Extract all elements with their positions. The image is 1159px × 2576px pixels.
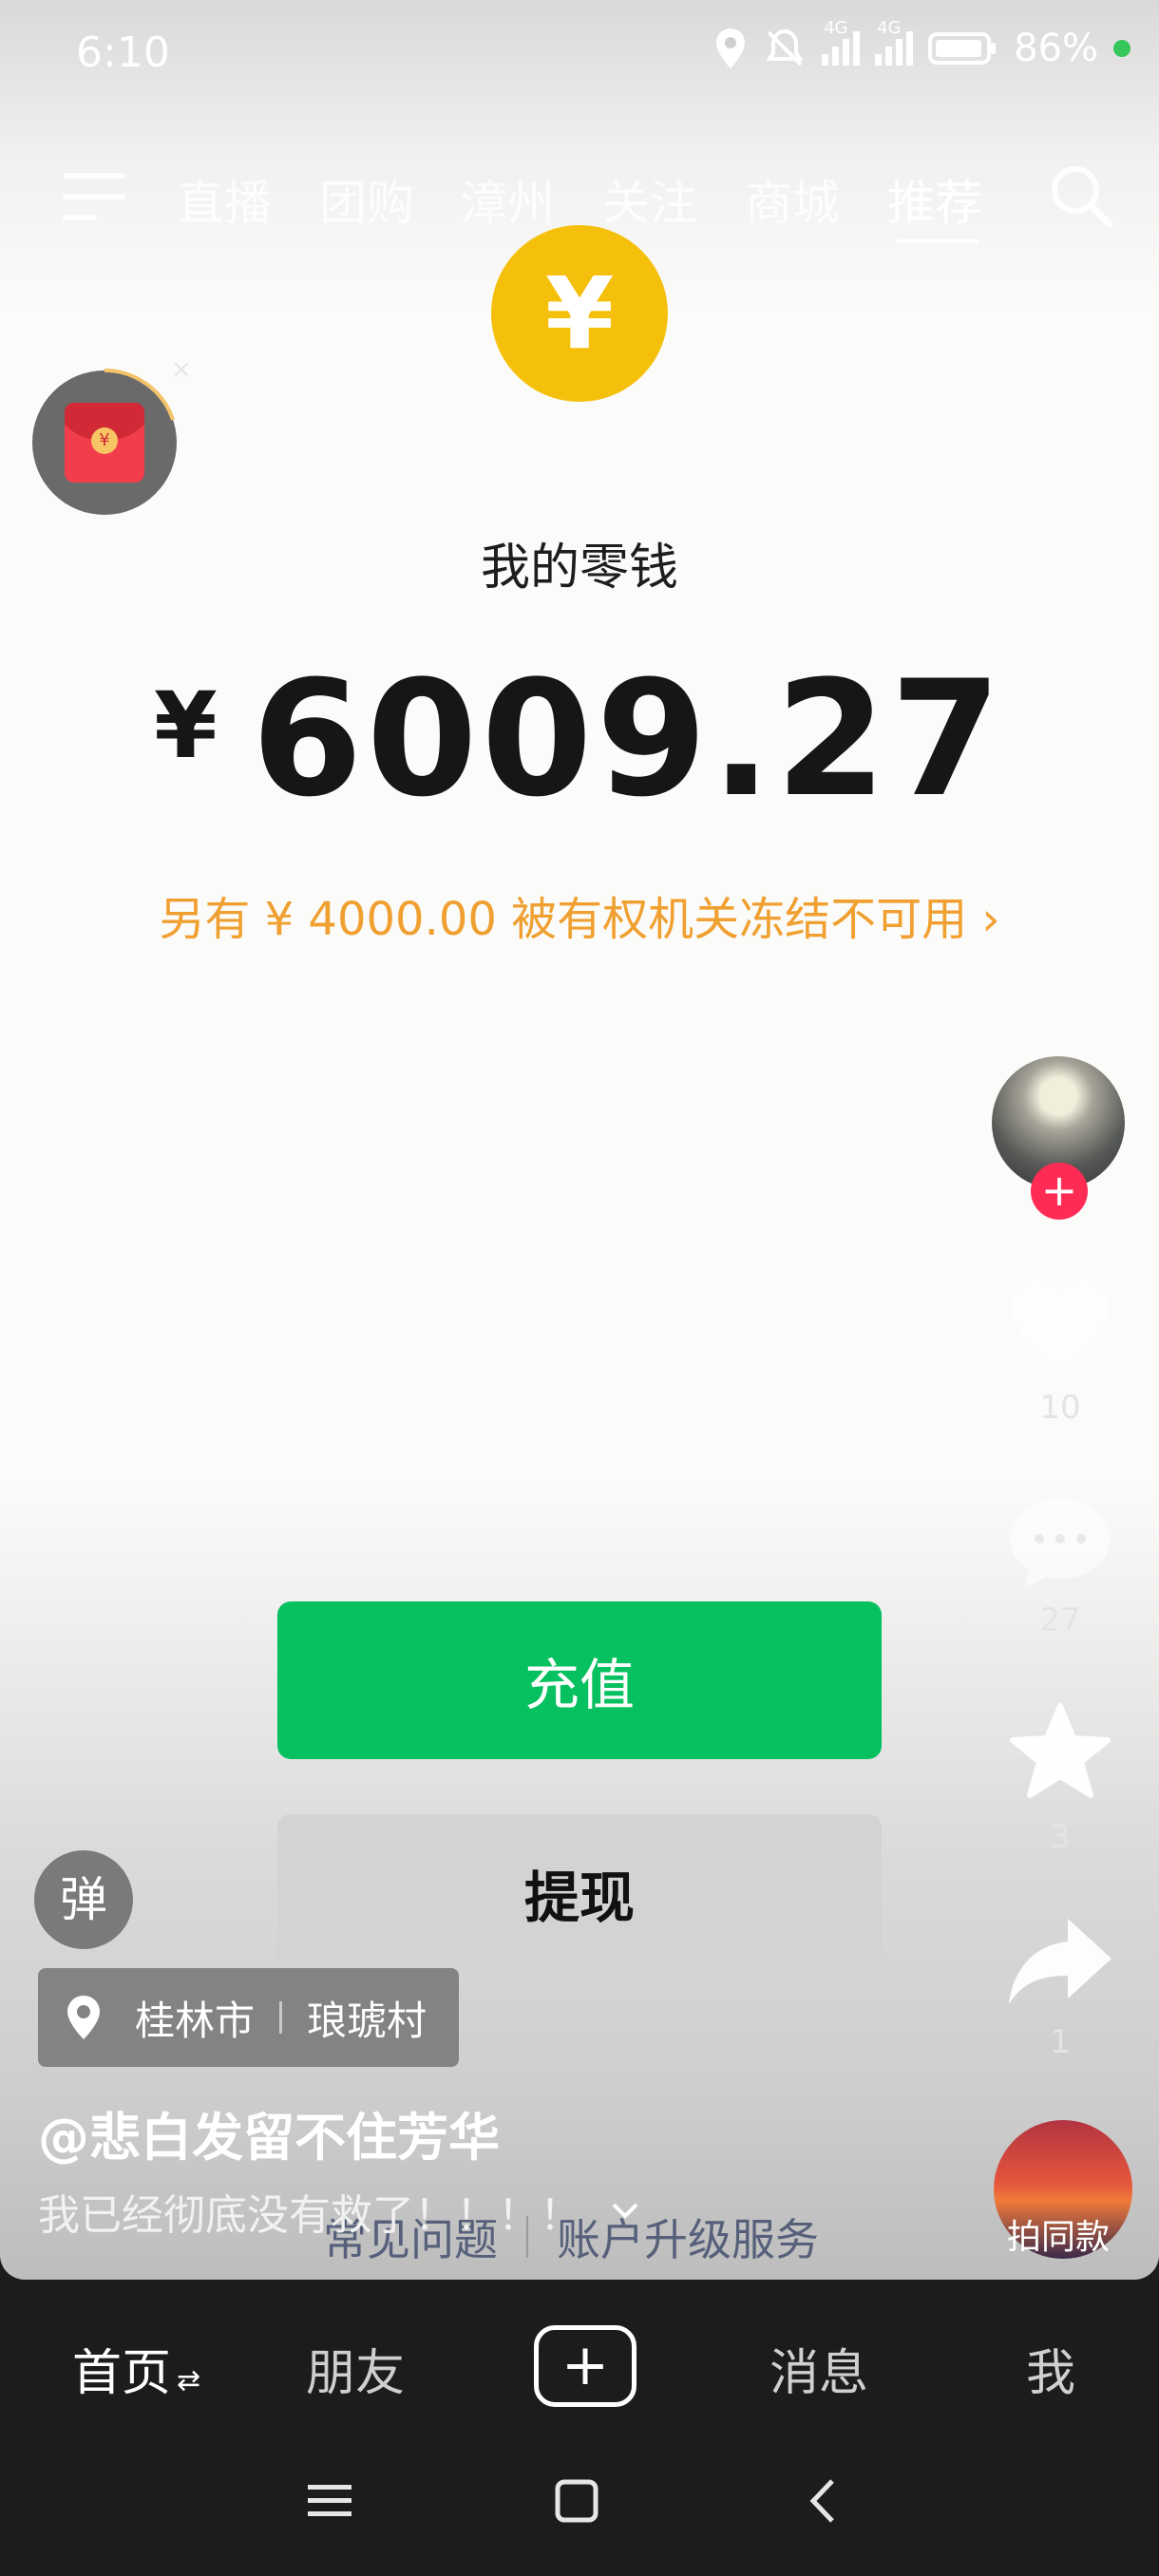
author-name[interactable]: @悲白发留不住芳华 xyxy=(38,2095,500,2170)
location-pin-icon xyxy=(67,1996,100,2039)
comment-count: 27 xyxy=(1039,1601,1081,1639)
location-place: 琅琥村 xyxy=(307,1997,428,2044)
nav-me[interactable]: 我 xyxy=(1026,2333,1075,2404)
recent-apps-icon[interactable] xyxy=(306,2477,353,2525)
battery-icon xyxy=(928,32,997,65)
favorite-count: 3 xyxy=(1050,1818,1071,1856)
tab-recommended[interactable]: 推荐 xyxy=(887,165,982,234)
nav-home-label: 首页 xyxy=(72,2345,172,2402)
share-arrow-icon[interactable] xyxy=(1005,1909,1115,2014)
status-icons: 4G 4G 86% xyxy=(713,18,1130,70)
nav-home[interactable]: 首页 ⇄ xyxy=(72,2333,200,2404)
video-description[interactable]: 我已经彻底没有救了！！！！ xyxy=(38,2181,640,2242)
withdraw-button[interactable]: 提现 xyxy=(277,1814,882,1972)
location-tag[interactable]: 桂林市 琅琥村 xyxy=(38,1968,460,2067)
battery-percent: 86% xyxy=(1014,27,1098,70)
tab-group-buy[interactable]: 团购 xyxy=(319,165,414,234)
close-icon[interactable]: × xyxy=(171,355,192,384)
nav-friends[interactable]: 朋友 xyxy=(306,2333,405,2404)
comment-icon[interactable] xyxy=(1005,1491,1115,1596)
network-type-2: 4G xyxy=(877,18,902,38)
frozen-funds-notice[interactable]: 另有 ¥ 4000.00 被有权机关冻结不可用 › xyxy=(0,881,1159,948)
follow-plus-icon[interactable]: + xyxy=(1031,1163,1088,1220)
create-post-button[interactable]: + xyxy=(534,2325,636,2407)
video-screen[interactable]: 6:10 4G 4G 86% 直播 团购 漳州 关注 商城 推荐 ¥ 我的零钱 … xyxy=(0,0,1159,2280)
tab-live[interactable]: 直播 xyxy=(177,165,272,234)
balance-amount: 6009.27 xyxy=(251,646,1005,832)
favorite-star-icon[interactable] xyxy=(1005,1700,1115,1805)
signal-icon-1: 4G xyxy=(822,18,861,66)
like-count: 10 xyxy=(1039,1389,1081,1427)
plus-icon: + xyxy=(560,2332,610,2398)
location-divider xyxy=(279,2001,283,2034)
back-arrow-icon[interactable] xyxy=(800,2477,847,2525)
status-time: 6:10 xyxy=(76,28,170,77)
network-type-1: 4G xyxy=(824,18,848,38)
red-packet-widget[interactable]: ¥ xyxy=(32,369,177,515)
mute-bell-icon xyxy=(766,28,804,66)
nav-messages[interactable]: 消息 xyxy=(770,2333,868,2404)
use-sound-label[interactable]: 拍同款 xyxy=(1007,2209,1110,2259)
active-indicator-dot xyxy=(1113,40,1130,57)
location-icon xyxy=(716,28,746,68)
like-heart-icon[interactable] xyxy=(1005,1273,1115,1377)
balance-currency: ¥ xyxy=(154,672,218,779)
wallet-yen-icon: ¥ xyxy=(491,225,668,402)
search-icon[interactable] xyxy=(1047,161,1115,230)
yen-glyph: ¥ xyxy=(544,256,615,371)
active-tab-indicator xyxy=(897,239,978,243)
danmaku-toggle-button[interactable]: 弹 xyxy=(34,1850,133,1949)
bottom-nav: 首页 ⇄ 朋友 + 消息 我 xyxy=(0,2280,1159,2451)
location-city: 桂林市 xyxy=(135,1997,256,2044)
home-square-icon[interactable] xyxy=(553,2477,600,2525)
signal-icon-2: 4G xyxy=(875,18,914,66)
swap-arrows-icon: ⇄ xyxy=(177,2364,201,2397)
tab-local-city[interactable]: 漳州 xyxy=(460,165,555,234)
chevron-down-icon[interactable] xyxy=(610,2201,640,2222)
wallet-balance: ¥6009.27 xyxy=(0,646,1159,832)
share-count: 1 xyxy=(1050,2023,1071,2061)
tab-following[interactable]: 关注 xyxy=(602,165,697,234)
tab-mall[interactable]: 商城 xyxy=(745,165,840,234)
wallet-title: 我的零钱 xyxy=(480,540,678,597)
system-nav-bar xyxy=(0,2451,1159,2576)
red-envelope-icon: ¥ xyxy=(65,403,144,483)
recharge-button[interactable]: 充值 xyxy=(277,1601,882,1759)
description-text: 我已经彻底没有救了！！！！ xyxy=(38,2191,581,2240)
menu-icon[interactable] xyxy=(63,169,125,224)
